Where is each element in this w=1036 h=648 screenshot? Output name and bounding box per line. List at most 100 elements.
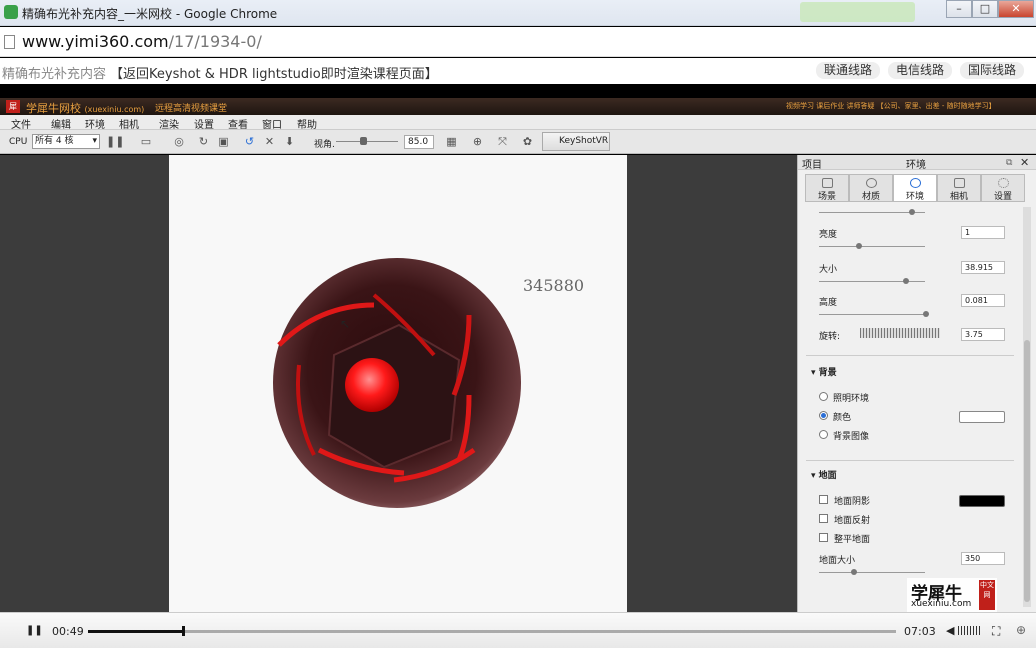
- size-slider[interactable]: [819, 281, 925, 282]
- address-bar[interactable]: www.yimi360.com/17/1934-0/: [0, 27, 1036, 57]
- pause-render-icon[interactable]: ❚❚: [106, 136, 124, 147]
- viewport-margin-left: [0, 155, 169, 612]
- render-sphere-image: [273, 258, 521, 508]
- tab-camera[interactable]: 相机: [937, 174, 981, 202]
- fit-view-icon[interactable]: ✕: [264, 136, 275, 147]
- height-slider[interactable]: [819, 314, 925, 315]
- turntable-icon[interactable]: ✿: [522, 136, 533, 147]
- bg-color-label: 颜色: [833, 413, 852, 423]
- ground-reflection-label: 地面反射: [834, 516, 871, 526]
- player-settings-icon[interactable]: ⊕: [1016, 623, 1026, 637]
- progress-bar[interactable]: [88, 630, 896, 633]
- settings-icon: [998, 178, 1009, 188]
- volume-slider[interactable]: [958, 626, 980, 635]
- video-header: 犀 学犀牛网校 (xuexiniu.com) 远程高清视频课堂 视频学习 课后作…: [0, 98, 1036, 115]
- expand-icon[interactable]: ⤧: [497, 136, 508, 147]
- environment-panel: 项目 环境 ⧉ ✕ 场景 材质 环境 相机 设置 亮度 1 大小 38.915 …: [797, 155, 1036, 612]
- panel-header: 项目 环境 ⧉ ✕: [798, 155, 1036, 171]
- panel-title: 环境: [906, 160, 926, 171]
- divider: [806, 355, 1014, 356]
- title-bar-overlay: [800, 2, 915, 22]
- size-input[interactable]: 38.915: [961, 261, 1005, 274]
- ground-size-label: 地面大小: [819, 556, 856, 566]
- screenshot-icon[interactable]: ◎: [170, 136, 188, 147]
- panel-project-label: 项目: [802, 160, 822, 171]
- bg-color-swatch[interactable]: [959, 411, 1005, 423]
- tab-material[interactable]: 材质: [849, 174, 893, 202]
- bg-color-radio[interactable]: [819, 411, 828, 420]
- tab-environment[interactable]: 环境: [893, 174, 937, 202]
- background-section-header[interactable]: ▾ 背景: [811, 365, 837, 378]
- height-input[interactable]: 0.081: [961, 294, 1005, 307]
- size-slider-handle[interactable]: [903, 278, 909, 284]
- menu-camera[interactable]: 相机: [119, 116, 139, 131]
- app-toolbar: CPU 所有 4 核 ▾ ❚❚ ▭ ◎ ↻ ▣ ↺ ✕ ⬇ 视角. 85.0 ▦ …: [0, 130, 1036, 154]
- url-path: /17/1934-0/: [168, 32, 262, 51]
- menu-file[interactable]: 文件: [11, 116, 31, 131]
- ground-shadow-label: 地面阴影: [834, 497, 871, 507]
- mouse-cursor-icon: ↖: [340, 317, 351, 331]
- float-panel-icon[interactable]: ⧉: [1006, 158, 1012, 168]
- panel-scrollbar-thumb[interactable]: [1024, 340, 1030, 602]
- move-down-icon[interactable]: ⬇: [284, 136, 295, 147]
- tab-scene[interactable]: 场景: [805, 174, 849, 202]
- height-slider-handle[interactable]: [923, 311, 929, 317]
- menu-settings[interactable]: 设置: [194, 116, 214, 131]
- route-telecom-button[interactable]: 电信线路: [888, 62, 953, 79]
- flatten-ground-checkbox[interactable]: [819, 533, 828, 542]
- menu-environment[interactable]: 环境: [85, 116, 105, 131]
- menu-render[interactable]: 渲染: [159, 116, 179, 131]
- fullscreen-icon[interactable]: ⛶: [992, 624, 1000, 639]
- minimize-button[interactable]: –: [946, 0, 972, 18]
- keyshotvr-button[interactable]: KeyShotVR: [542, 132, 610, 151]
- route-unicom-button[interactable]: 联通线路: [816, 62, 881, 79]
- fov-input[interactable]: 85.0: [404, 135, 434, 149]
- ground-shadow-color-swatch[interactable]: [959, 495, 1005, 507]
- lock-icon[interactable]: ▣: [218, 136, 229, 147]
- tab-label: 场景: [817, 192, 836, 202]
- menu-view[interactable]: 查看: [228, 116, 248, 131]
- route-international-button[interactable]: 国际线路: [960, 62, 1025, 79]
- menu-edit[interactable]: 编辑: [51, 116, 71, 131]
- pause-button[interactable]: ❚❚: [26, 625, 43, 637]
- background-section-title: 背景: [818, 368, 837, 378]
- close-window-button[interactable]: ✕: [998, 0, 1034, 18]
- menu-help[interactable]: 帮助: [297, 116, 317, 131]
- region-render-icon[interactable]: ▦: [446, 136, 457, 147]
- rotation-input[interactable]: 3.75: [961, 328, 1005, 341]
- menu-window[interactable]: 窗口: [262, 116, 282, 131]
- ground-section-header[interactable]: ▾ 地面: [811, 468, 837, 481]
- divider: [806, 460, 1014, 461]
- brightness-slider-handle[interactable]: [856, 243, 862, 249]
- rotation-dial[interactable]: [860, 328, 940, 338]
- maximize-button[interactable]: □: [972, 0, 998, 18]
- back-to-course-link[interactable]: 【返回Keyshot & HDR lightstudio即时渲染课程页面】: [110, 63, 438, 82]
- camera-icon: [954, 178, 965, 188]
- bg-lighting-env-radio[interactable]: [819, 392, 828, 401]
- viewport-margin-right: [627, 155, 797, 612]
- ground-reflection-checkbox[interactable]: [819, 514, 828, 523]
- size-label: 大小: [819, 265, 838, 275]
- contrast-slider-handle[interactable]: [909, 209, 915, 215]
- brightness-slider[interactable]: [819, 246, 925, 247]
- geometry-icon[interactable]: ⊕: [472, 136, 483, 147]
- volume-icon[interactable]: ◀: [946, 624, 954, 637]
- bg-image-radio[interactable]: [819, 430, 828, 439]
- reset-view-icon[interactable]: ↺: [244, 136, 255, 147]
- ground-size-slider-handle[interactable]: [851, 569, 857, 575]
- cpu-cores-select[interactable]: 所有 4 核 ▾: [32, 134, 100, 149]
- progress-handle[interactable]: [182, 626, 185, 636]
- ground-size-input[interactable]: 350: [961, 552, 1005, 565]
- flatten-ground-label: 整平地面: [834, 535, 871, 545]
- resolution-icon[interactable]: ▭: [136, 136, 156, 147]
- fov-slider[interactable]: [336, 141, 398, 142]
- tab-settings[interactable]: 设置: [981, 174, 1025, 202]
- url-text[interactable]: www.yimi360.com/17/1934-0/: [22, 32, 262, 51]
- ground-shadow-checkbox[interactable]: [819, 495, 828, 504]
- render-viewport[interactable]: ↖: [169, 155, 627, 612]
- fov-slider-handle[interactable]: [360, 137, 367, 145]
- ground-size-slider[interactable]: [819, 572, 925, 573]
- refresh-icon[interactable]: ↻: [198, 136, 209, 147]
- close-panel-icon[interactable]: ✕: [1020, 156, 1029, 169]
- brightness-input[interactable]: 1: [961, 226, 1005, 239]
